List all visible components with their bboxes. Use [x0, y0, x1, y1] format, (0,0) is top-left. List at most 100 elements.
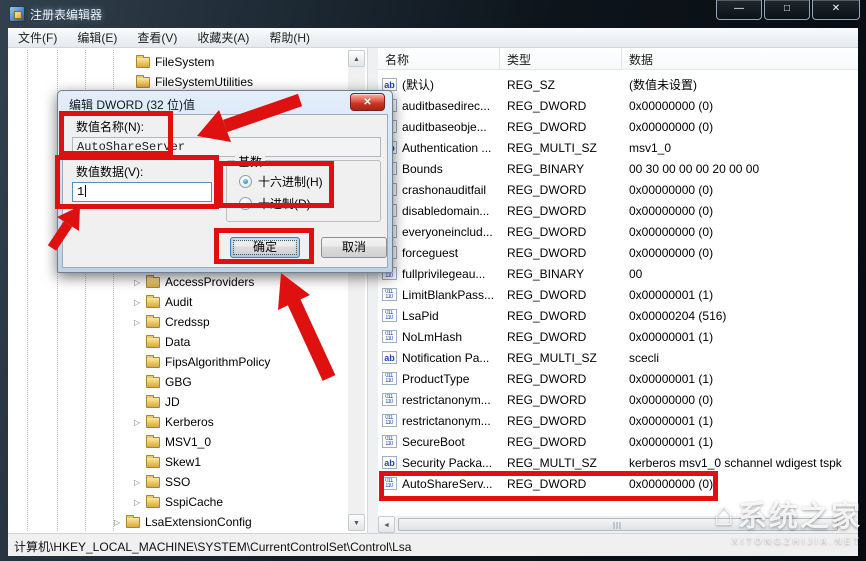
value-data: scecli: [622, 351, 858, 365]
table-row[interactable]: 011110 restrictanonym... REG_DWORD 0x000…: [378, 410, 858, 431]
table-row[interactable]: 011110 ProductType REG_DWORD 0x00000001 …: [378, 368, 858, 389]
tree-item[interactable]: FileSystemUtilities: [8, 72, 345, 92]
tree-item[interactable]: ▷ SSO: [8, 472, 345, 492]
value-type: REG_DWORD: [500, 477, 622, 491]
table-row[interactable]: 011110 SecureBoot REG_DWORD 0x00000001 (…: [378, 431, 858, 452]
table-row[interactable]: 011110 fullprivilegeau... REG_BINARY 00: [378, 263, 858, 284]
value-data: 0x00000000 (0): [622, 183, 858, 197]
tree-item[interactable]: FileSystem: [8, 52, 345, 72]
tree-item[interactable]: ▷ LsaExtensionConfig: [8, 512, 345, 532]
value-name: Notification Pa...: [402, 351, 489, 365]
tree-item-label: Kerberos: [165, 415, 214, 429]
table-row[interactable]: ab Notification Pa... REG_MULTI_SZ scecl…: [378, 347, 858, 368]
folder-icon: [146, 417, 160, 428]
value-type-icon: 011110: [382, 309, 397, 322]
table-row[interactable]: 011110 NoLmHash REG_DWORD 0x00000001 (1): [378, 326, 858, 347]
value-type: REG_MULTI_SZ: [500, 456, 622, 470]
tree-item-label: FipsAlgorithmPolicy: [165, 355, 270, 369]
value-type-icon: 011110: [382, 288, 397, 301]
tree-item[interactable]: MSV1_0: [8, 432, 345, 452]
expander-icon[interactable]: ▷: [134, 318, 146, 327]
menu-item[interactable]: 帮助(H): [259, 28, 320, 48]
tree-item[interactable]: ▷ AccessProviders: [8, 272, 345, 292]
tree-item[interactable]: ▷ SspiCache: [8, 492, 345, 512]
values-list-pane[interactable]: 名称 类型 数据 ab (默认) REG_SZ (数值未设置) 011110 a…: [378, 48, 858, 533]
value-data: 0x00000000 (0): [622, 204, 858, 218]
tree-item[interactable]: GBG: [8, 372, 345, 392]
table-row[interactable]: 011110 LsaPid REG_DWORD 0x00000204 (516): [378, 305, 858, 326]
radio-decimal[interactable]: 十进制(D): [239, 195, 311, 212]
tree-item[interactable]: FipsAlgorithmPolicy: [8, 352, 345, 372]
radio-decimal-label: 十进制(D): [258, 195, 311, 212]
table-row[interactable]: 011110 forceguest REG_DWORD 0x00000000 (…: [378, 242, 858, 263]
horizontal-scrollbar[interactable]: ◄: [378, 516, 858, 533]
tree-item-label: Credssp: [165, 315, 210, 329]
table-row[interactable]: 011110 Bounds REG_BINARY 00 30 00 00 00 …: [378, 158, 858, 179]
table-row[interactable]: ab (默认) REG_SZ (数值未设置): [378, 74, 858, 95]
value-name: LimitBlankPass...: [402, 288, 494, 302]
table-row[interactable]: 011110 auditbaseobje... REG_DWORD 0x0000…: [378, 116, 858, 137]
close-button[interactable]: ✕: [812, 0, 860, 20]
table-row[interactable]: 011110 auditbasedirec... REG_DWORD 0x000…: [378, 95, 858, 116]
value-type-icon: 011110: [382, 435, 397, 448]
expander-icon[interactable]: ▷: [134, 498, 146, 507]
expander-icon[interactable]: ▷: [134, 478, 146, 487]
value-data: 0x00000000 (0): [622, 246, 858, 260]
expander-icon[interactable]: ▷: [134, 298, 146, 307]
scroll-left-icon[interactable]: ◄: [378, 516, 395, 533]
value-type-icon: 011110: [382, 414, 397, 427]
value-name: SecureBoot: [402, 435, 465, 449]
folder-icon: [146, 477, 160, 488]
menu-item[interactable]: 查看(V): [127, 28, 187, 48]
maximize-button[interactable]: □: [764, 0, 810, 20]
table-row[interactable]: 011110 restrictanonym... REG_DWORD 0x000…: [378, 389, 858, 410]
tree-item[interactable]: ▷ Audit: [8, 292, 345, 312]
table-row[interactable]: ab Authentication ... REG_MULTI_SZ msv1_…: [378, 137, 858, 158]
value-data-input[interactable]: 1: [72, 182, 212, 202]
menu-item[interactable]: 编辑(E): [67, 28, 127, 48]
scroll-up-icon[interactable]: ▲: [348, 50, 365, 67]
radio-hexadecimal[interactable]: 十六进制(H): [239, 173, 323, 190]
base-groupbox: 基数 十六进制(H) 十进制(D): [226, 160, 381, 222]
value-name: crashonauditfail: [402, 183, 486, 197]
column-header-type[interactable]: 类型: [500, 48, 622, 69]
tree-item[interactable]: Data: [8, 332, 345, 352]
table-row[interactable]: 011110 LimitBlankPass... REG_DWORD 0x000…: [378, 284, 858, 305]
cancel-button[interactable]: 取消: [321, 237, 387, 258]
dialog-close-button[interactable]: ✕: [350, 93, 385, 111]
expander-icon[interactable]: ▷: [114, 518, 126, 527]
expander-icon[interactable]: ▷: [134, 418, 146, 427]
tree-item-label: FileSystem: [155, 55, 214, 69]
menu-item[interactable]: 文件(F): [8, 28, 67, 48]
column-header-name[interactable]: 名称: [378, 48, 500, 69]
value-type: REG_MULTI_SZ: [500, 141, 622, 155]
table-row-highlighted[interactable]: 011110 AutoShareServ... REG_DWORD 0x0000…: [378, 473, 858, 494]
menu-item[interactable]: 收藏夹(A): [187, 28, 259, 48]
folder-icon: [146, 317, 160, 328]
tree-item[interactable]: JD: [8, 392, 345, 412]
table-row[interactable]: 011110 crashonauditfail REG_DWORD 0x0000…: [378, 179, 858, 200]
table-row[interactable]: 011110 disabledomain... REG_DWORD 0x0000…: [378, 200, 858, 221]
title-bar[interactable]: 注册表编辑器 — □ ✕: [0, 0, 866, 28]
table-row[interactable]: ab Security Packa... REG_MULTI_SZ kerber…: [378, 452, 858, 473]
scrollbar-thumb[interactable]: [398, 518, 838, 531]
folder-icon: [146, 457, 160, 468]
table-row[interactable]: 011110 everyoneinclud... REG_DWORD 0x000…: [378, 221, 858, 242]
tree-item[interactable]: ▷ Credssp: [8, 312, 345, 332]
value-name: ProductType: [402, 372, 469, 386]
ok-button[interactable]: 确定: [230, 237, 300, 258]
minimize-button[interactable]: —: [716, 0, 762, 20]
folder-icon: [146, 377, 160, 388]
value-type-icon: 011110: [382, 330, 397, 343]
scroll-down-icon[interactable]: ▼: [348, 514, 365, 531]
edit-dword-dialog[interactable]: 编辑 DWORD (32 位)值 ✕ 数值名称(N): AutoShareSer…: [57, 90, 393, 273]
expander-icon[interactable]: ▷: [134, 278, 146, 287]
value-data: 0x00000000 (0): [622, 120, 858, 134]
column-header-data[interactable]: 数据: [622, 48, 858, 69]
tree-item[interactable]: ▷ Kerberos: [8, 412, 345, 432]
radio-unselected-icon[interactable]: [239, 197, 252, 210]
app-icon: [9, 6, 25, 22]
value-data: 0x00000001 (1): [622, 372, 858, 386]
radio-selected-icon[interactable]: [239, 175, 252, 188]
tree-item[interactable]: Skew1: [8, 452, 345, 472]
